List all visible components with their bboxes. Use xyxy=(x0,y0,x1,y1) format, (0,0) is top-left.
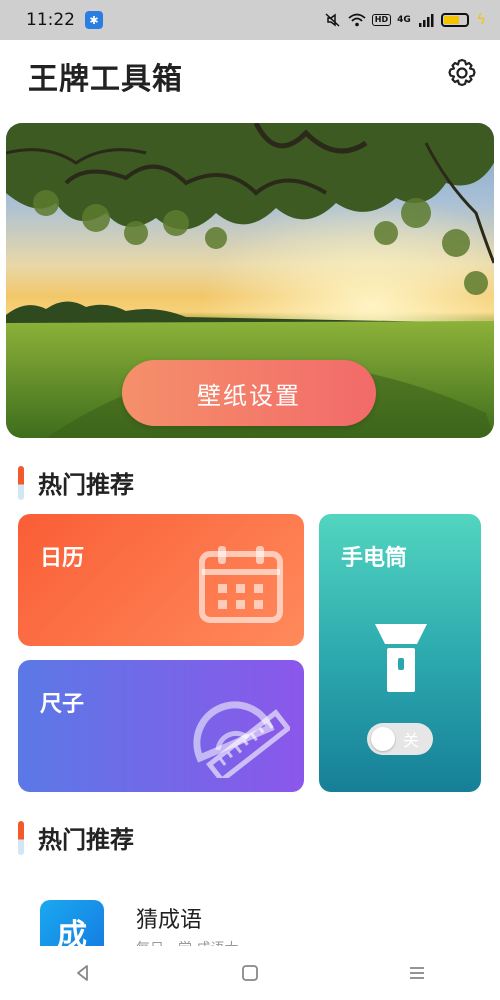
section-header: 热门推荐 xyxy=(18,820,134,855)
settings-button[interactable] xyxy=(445,56,479,90)
back-button[interactable] xyxy=(63,953,103,993)
gear-icon xyxy=(448,58,476,87)
flashlight-icon xyxy=(375,624,427,692)
section-title: 热门推荐 xyxy=(38,826,134,854)
ruler-card[interactable]: 尺子 xyxy=(18,660,304,792)
status-icons: HD 4G ϟ xyxy=(324,12,486,28)
section-accent-bar xyxy=(18,820,24,855)
signal-label: 4G xyxy=(397,15,411,25)
calendar-card[interactable]: 日历 xyxy=(18,514,304,646)
ruler-icon xyxy=(193,701,290,778)
mute-icon xyxy=(324,13,342,27)
flashlight-toggle[interactable]: 关 xyxy=(367,723,433,755)
hd-badge: HD xyxy=(371,14,392,26)
home-icon xyxy=(242,965,258,981)
wifi-icon xyxy=(348,13,366,27)
flashlight-card[interactable]: 手电筒 关 xyxy=(319,514,481,792)
home-button[interactable] xyxy=(230,953,270,993)
section-header: 热门推荐 xyxy=(18,465,134,500)
list-item-title: 猜成语 xyxy=(136,908,203,933)
signal-icon xyxy=(417,13,435,27)
section-title: 热门推荐 xyxy=(38,471,134,499)
app-title: 王牌工具箱 xyxy=(28,62,183,97)
flashlight-label: 手电筒 xyxy=(341,546,408,571)
wallpaper-banner: 壁纸设置 xyxy=(6,123,494,438)
back-icon xyxy=(77,965,89,981)
toggle-label: 关 xyxy=(403,731,420,750)
toggle-knob xyxy=(371,727,395,751)
ruler-label: 尺子 xyxy=(40,692,85,717)
status-bar: 11:22 ✱ HD 4G ϟ xyxy=(0,0,500,40)
calendar-label: 日历 xyxy=(40,546,85,571)
wallpaper-settings-button[interactable]: 壁纸设置 xyxy=(122,360,376,426)
status-time: 11:22 xyxy=(26,10,75,30)
calendar-icon xyxy=(199,546,283,623)
menu-icon xyxy=(409,967,424,979)
bluetooth-icon: ✱ xyxy=(85,11,103,29)
battery-icon xyxy=(440,13,469,27)
charging-icon: ϟ xyxy=(476,12,486,28)
section-accent-bar xyxy=(18,465,24,500)
recents-button[interactable] xyxy=(397,953,437,993)
system-nav-bar xyxy=(0,946,500,1000)
